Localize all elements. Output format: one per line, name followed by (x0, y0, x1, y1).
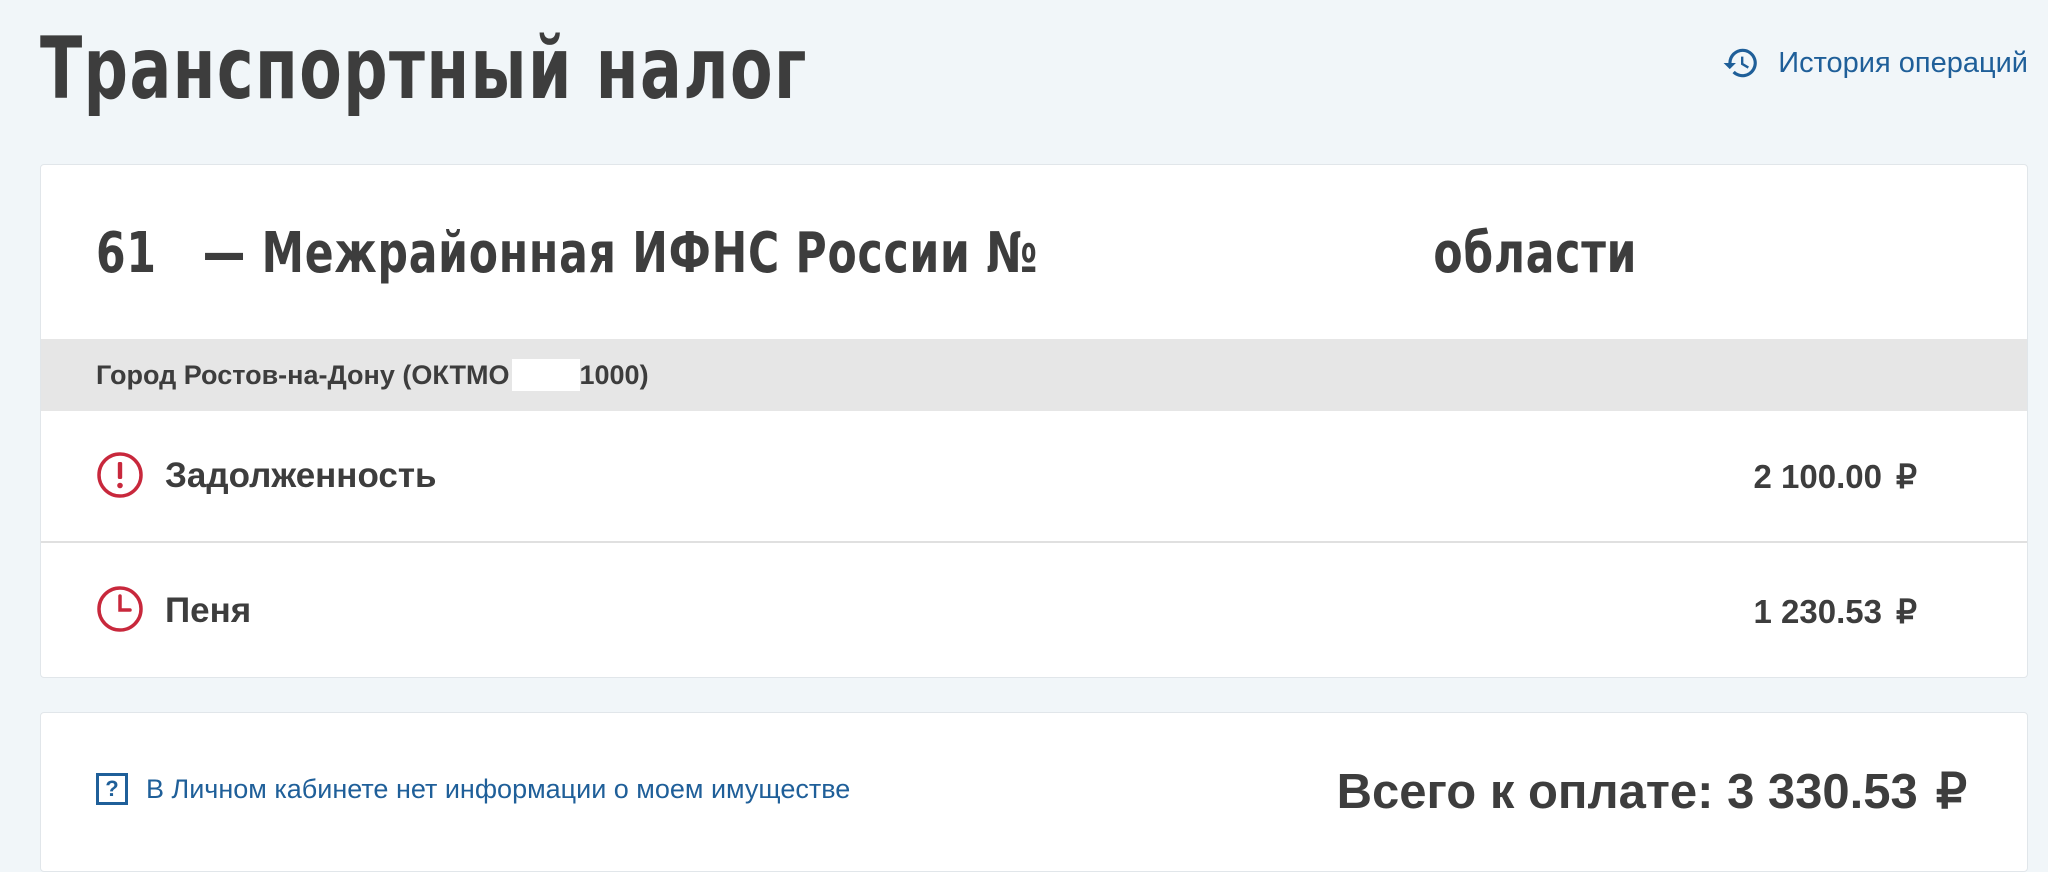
penalty-row[interactable]: Пеня 1 230.53 ₽ (41, 545, 2027, 677)
inspection-title: 61 — Межрайонная ИФНС России № области (96, 209, 1637, 299)
total-amount: 3 330.53 (1727, 765, 1918, 819)
redaction (1038, 228, 1434, 285)
tax-card: 61 — Межрайонная ИФНС России № области Го… (40, 164, 2028, 678)
debt-row[interactable]: Задолженность 2 100.00 ₽ (41, 411, 2027, 543)
inspection-name-part1: — Межрайонная ИФНС России № (187, 221, 1039, 286)
inspection-name-part2: области (1433, 221, 1638, 286)
exclamation-circle-icon (96, 451, 144, 499)
debt-label: Задолженность (165, 456, 437, 495)
page-title: Транспортный налог (40, 19, 808, 119)
inspection-code: 61 (96, 221, 157, 286)
total-to-pay: Всего к оплате: 3 330.53 ₽ (1337, 763, 1967, 820)
total-label: Всего к оплате: (1336, 765, 1714, 819)
history-link-label: История операций (1778, 46, 2028, 79)
history-link[interactable]: История операций (1722, 44, 2028, 82)
no-info-label: В Личном кабинете нет информации о моем … (146, 773, 851, 804)
redaction (156, 228, 188, 285)
no-info-link[interactable]: ? В Личном кабинете нет информации о мое… (96, 773, 850, 805)
history-icon (1722, 44, 1760, 82)
total-currency: ₽ (1935, 765, 1967, 819)
penalty-label: Пеня (165, 591, 252, 630)
clock-icon (96, 585, 144, 633)
debt-amount: 2 100.00 ₽ (1753, 457, 1917, 495)
question-square-icon: ? (96, 773, 128, 805)
municipality-label-suffix: 1000) (579, 359, 649, 390)
penalty-amount: 1 230.53 ₽ (1753, 592, 1917, 630)
footer-card: ? В Личном кабинете нет информации о мое… (40, 712, 2028, 872)
municipality-bar: Город Ростов-на-Дону (ОКТМО 1000) (41, 339, 2027, 411)
redaction (511, 359, 580, 391)
municipality-label-prefix: Город Ростов-на-Дону (ОКТМО (96, 359, 510, 390)
